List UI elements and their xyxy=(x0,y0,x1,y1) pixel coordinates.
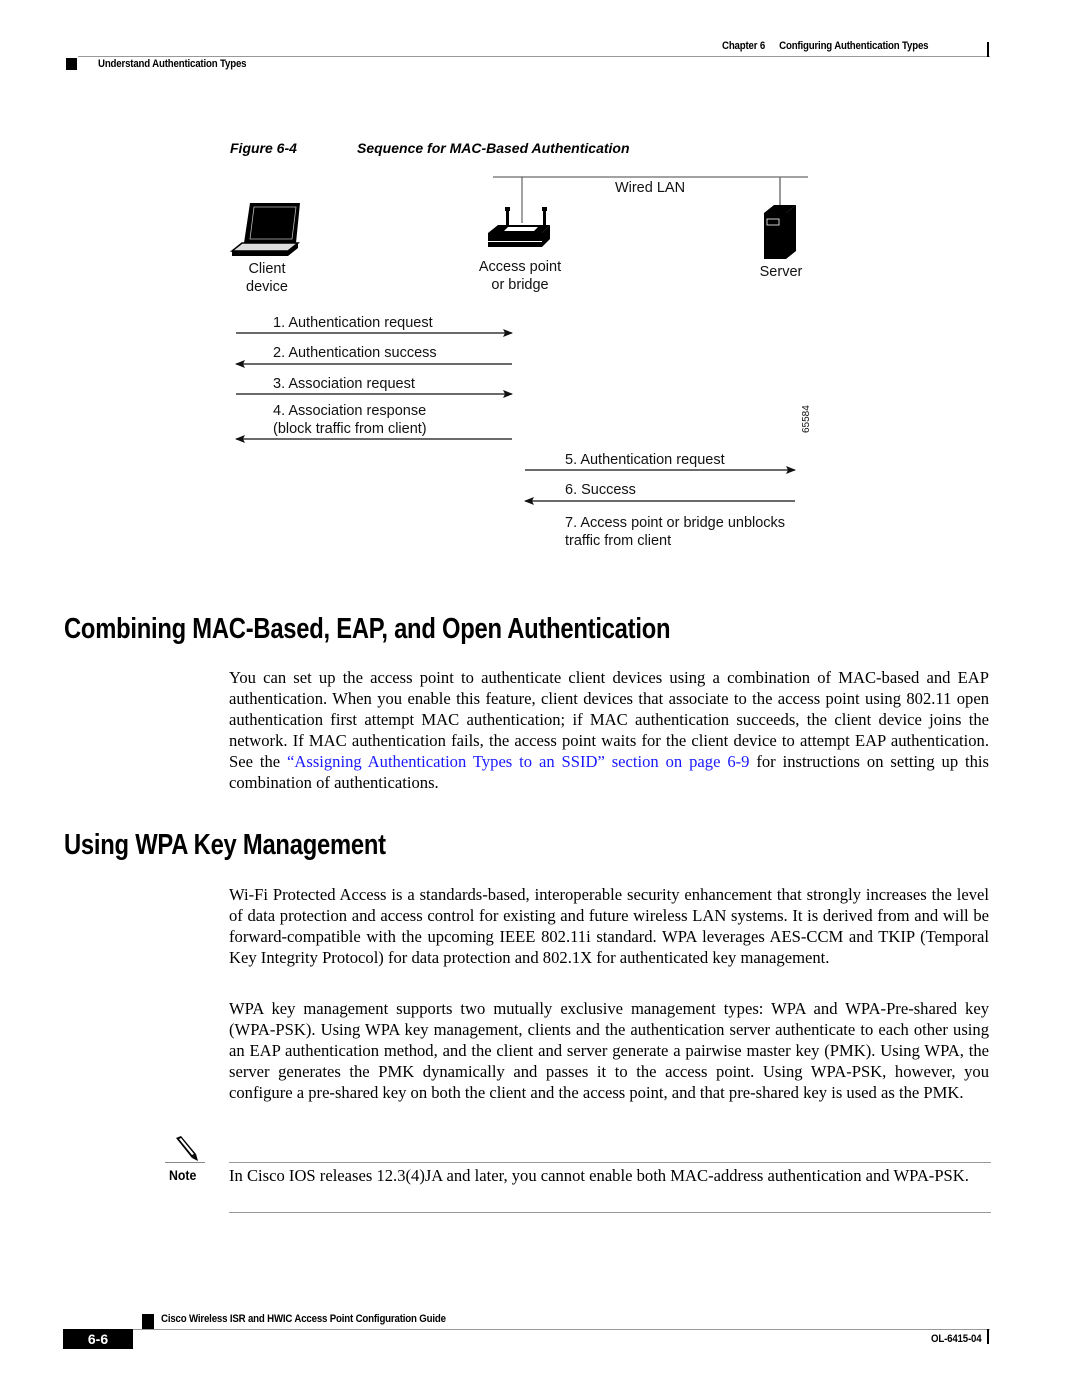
section-heading-combining: Combining MAC-Based, EAP, and Open Authe… xyxy=(64,613,671,645)
footer-bar-marker xyxy=(987,1329,989,1344)
header-bar-marker xyxy=(987,42,989,57)
access-point-label-line1: Access point xyxy=(479,259,561,275)
step-4: 4. Association response (block traffic f… xyxy=(235,403,512,443)
access-point-label-line2: or bridge xyxy=(491,277,548,293)
step-2: 2. Authentication success xyxy=(235,345,512,368)
page-number-badge: 6-6 xyxy=(63,1329,133,1349)
header-section-title: Understand Authentication Types xyxy=(98,58,247,70)
step-6: 6. Success xyxy=(524,482,795,505)
footer-doc-number: OL-6415-04 xyxy=(931,1333,982,1345)
figure-number: Figure 6-4 xyxy=(230,140,297,156)
laptop-icon xyxy=(229,203,301,256)
mac-auth-sequence-diagram: Wired LAN Client device Access point or … xyxy=(229,176,812,549)
section-heading-wpa: Using WPA Key Management xyxy=(64,829,386,861)
access-point-icon xyxy=(488,207,550,247)
step-5: 5. Authentication request xyxy=(525,452,796,474)
step-1: 1. Authentication request xyxy=(236,315,513,337)
client-label-line2: device xyxy=(246,279,288,295)
step-2-label: 2. Authentication success xyxy=(273,345,437,361)
footer-rule xyxy=(133,1329,990,1330)
step-1-label: 1. Authentication request xyxy=(273,315,433,331)
client-label-line1: Client xyxy=(248,261,285,277)
paragraph-combining: You can set up the access point to authe… xyxy=(229,667,989,793)
paragraph-wpa-intro: Wi-Fi Protected Access is a standards-ba… xyxy=(229,885,989,967)
note-rule-bottom xyxy=(229,1212,991,1213)
footer-square-marker xyxy=(142,1314,154,1329)
figure-title: Sequence for MAC-Based Authentication xyxy=(357,140,630,156)
note-text: In Cisco IOS releases 12.3(4)JA and late… xyxy=(229,1166,969,1185)
footer-guide-title: Cisco Wireless ISR and HWIC Access Point… xyxy=(161,1313,446,1325)
step-7-label-line1: 7. Access point or bridge unblocks xyxy=(565,515,785,531)
wired-lan: Wired LAN xyxy=(493,176,808,223)
chapter-title: Configuring Authentication Types xyxy=(779,40,929,52)
note-label: Note xyxy=(169,1167,197,1183)
note-icon-rule xyxy=(165,1162,205,1163)
step-7: 7. Access point or bridge unblocks traff… xyxy=(565,515,785,549)
server-icon xyxy=(764,205,796,259)
note-rule-top xyxy=(229,1162,991,1163)
step-6-label: 6. Success xyxy=(565,482,636,498)
header-square-marker xyxy=(66,58,77,70)
step-7-label-line2: traffic from client xyxy=(565,533,671,549)
step-5-label: 5. Authentication request xyxy=(565,452,725,468)
server-label: Server xyxy=(760,264,803,280)
step-3: 3. Association request xyxy=(236,376,513,398)
step-4-label-line2: (block traffic from client) xyxy=(273,421,427,437)
chapter-number: Chapter 6 xyxy=(722,40,766,52)
step-4-label-line1: 4. Association response xyxy=(273,403,426,419)
step-3-label: 3. Association request xyxy=(273,376,415,392)
assigning-auth-types-link[interactable]: “Assigning Authentication Types to an SS… xyxy=(287,752,749,771)
header-rule xyxy=(78,56,990,57)
paragraph-wpa-key-mgmt: WPA key management supports two mutually… xyxy=(229,999,989,1102)
pencil-note-icon xyxy=(176,1136,198,1161)
header-chapter: Chapter 6 Configuring Authentication Type… xyxy=(722,40,929,52)
wired-lan-label: Wired LAN xyxy=(615,180,685,196)
figure-id: 65584 xyxy=(801,405,812,433)
